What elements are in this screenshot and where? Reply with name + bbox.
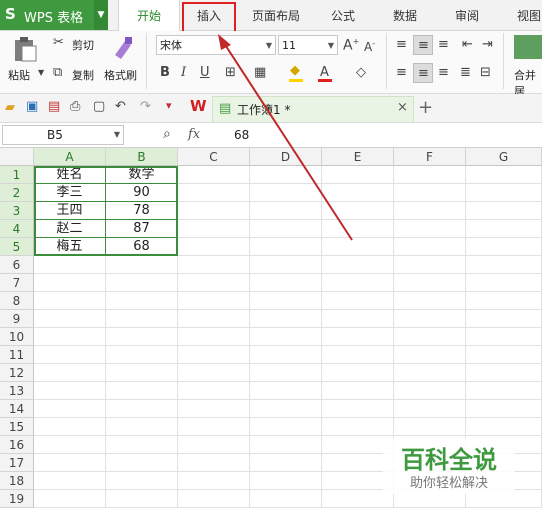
watermark: 百科全说 助你轻松解决	[383, 438, 515, 494]
arrow-head	[218, 34, 231, 50]
arrow-line	[221, 39, 353, 241]
watermark-title: 百科全说	[401, 446, 497, 474]
watermark-subtitle: 助你轻松解决	[409, 476, 488, 491]
